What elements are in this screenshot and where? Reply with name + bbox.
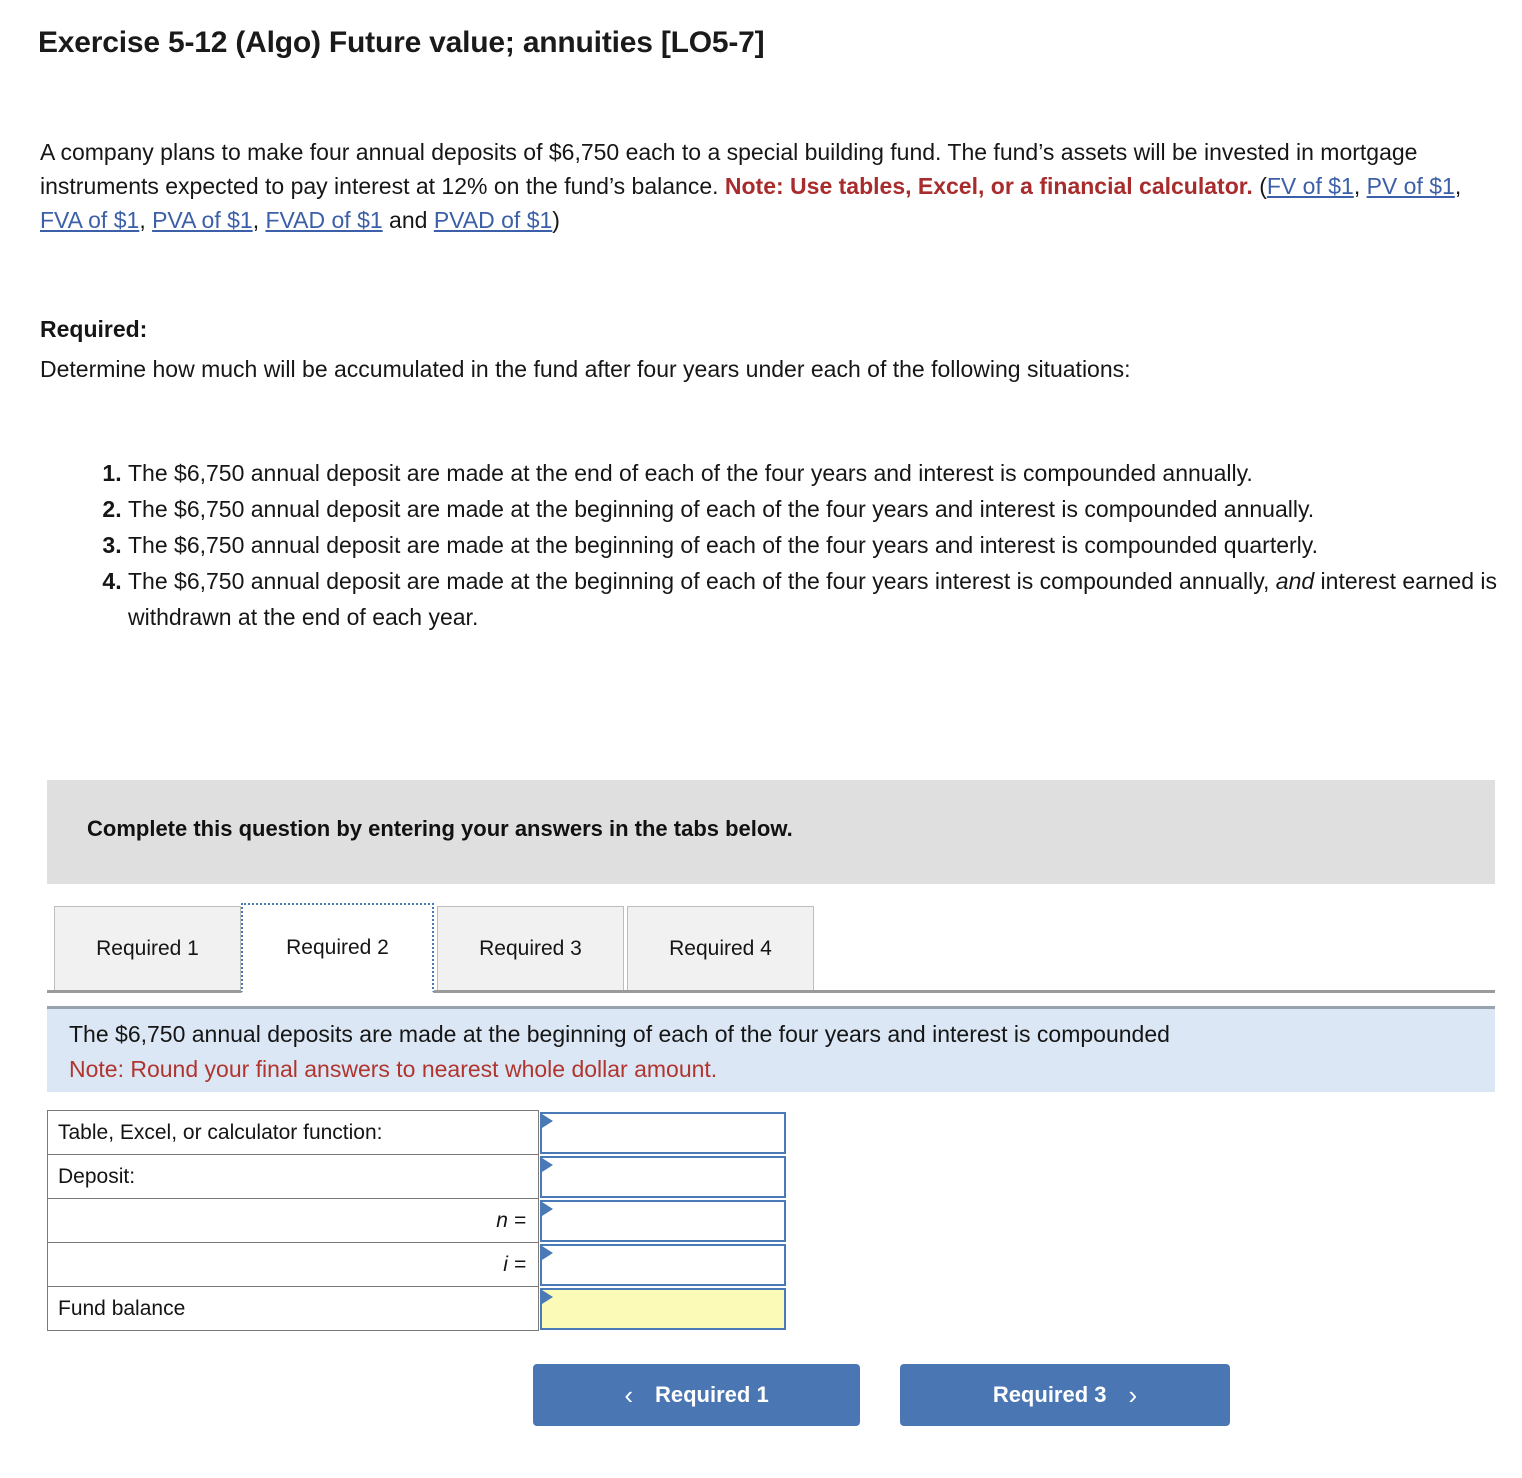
input-function[interactable]	[540, 1111, 786, 1154]
answer-table: Table, Excel, or calculator function: De…	[47, 1110, 789, 1331]
input-fund-balance[interactable]	[540, 1287, 786, 1330]
row-input-cell-n	[539, 1199, 789, 1243]
intro-and: and	[389, 207, 434, 233]
list-item: The $6,750 annual deposit are made at th…	[128, 455, 1508, 491]
page-title: Exercise 5-12 (Algo) Future value; annui…	[38, 26, 765, 59]
list-item: The $6,750 annual deposit are made at th…	[128, 563, 1508, 635]
row-label-i: i =	[47, 1242, 539, 1287]
intro-line-1: A company plans to make four annual depo…	[40, 139, 1055, 165]
tab-bar: Required 1 Required 2 Required 3 Require…	[47, 903, 1495, 993]
link-fvad-of-1[interactable]: FVAD of $1	[265, 207, 382, 233]
row-input-cell-fund-balance	[539, 1287, 789, 1331]
tab-required-2[interactable]: Required 2	[241, 903, 434, 993]
list-item-emphasis: and	[1275, 568, 1315, 594]
prev-required-label: Required 1	[654, 1382, 769, 1407]
prev-required-button[interactable]: ‹ Required 1	[533, 1364, 860, 1426]
cell-marker-icon	[542, 1113, 553, 1128]
sep-4: ,	[252, 207, 266, 233]
table-row: Fund balance	[47, 1286, 789, 1331]
link-pvad-of-1[interactable]: PVAD of $1	[434, 207, 552, 233]
question-info-banner: The $6,750 annual deposits are made at t…	[47, 1006, 1495, 1092]
input-deposit[interactable]	[540, 1155, 786, 1198]
input-n[interactable]	[540, 1199, 786, 1242]
next-required-label: Required 3	[992, 1382, 1107, 1407]
cell-marker-icon	[542, 1245, 553, 1260]
required-heading: Required:	[40, 316, 148, 342]
intro-paren-open: (	[1252, 173, 1267, 199]
tab-required-1[interactable]: Required 1	[54, 906, 241, 990]
next-required-button[interactable]: Required 3 ›	[900, 1364, 1230, 1426]
sep-2: ,	[1454, 173, 1462, 199]
table-row: n =	[47, 1198, 789, 1243]
table-row: Table, Excel, or calculator function:	[47, 1110, 789, 1155]
row-label-function: Table, Excel, or calculator function:	[47, 1110, 539, 1155]
link-fv-of-1[interactable]: FV of $1	[1267, 173, 1354, 199]
cell-marker-icon	[542, 1157, 553, 1172]
intro-paren-close: )	[552, 207, 560, 233]
list-item: The $6,750 annual deposit are made at th…	[128, 491, 1508, 527]
row-input-cell-deposit	[539, 1155, 789, 1199]
row-input-cell-i	[539, 1243, 789, 1287]
question-prompt: The $6,750 annual deposits are made at t…	[69, 1021, 1170, 1047]
table-row: Deposit:	[47, 1154, 789, 1199]
link-pv-of-1[interactable]: PV of $1	[1367, 173, 1455, 199]
row-input-cell-function	[539, 1111, 789, 1155]
list-item: The $6,750 annual deposit are made at th…	[128, 527, 1508, 563]
instruction-banner: Complete this question by entering your …	[47, 780, 1495, 884]
link-fva-of-1[interactable]: FVA of $1	[40, 207, 139, 233]
link-pva-of-1[interactable]: PVA of $1	[152, 207, 253, 233]
sep-3: ,	[139, 207, 153, 233]
row-label-deposit: Deposit:	[47, 1154, 539, 1199]
chevron-left-icon: ‹	[624, 1380, 633, 1410]
table-row: i =	[47, 1242, 789, 1287]
tab-required-3[interactable]: Required 3	[437, 906, 624, 990]
cell-marker-icon	[542, 1289, 553, 1304]
intro-paragraph: A company plans to make four annual depo…	[40, 135, 1492, 237]
intro-note-label: Note: Use tables, Excel, or a financial …	[724, 173, 1253, 199]
tab-required-4[interactable]: Required 4	[627, 906, 814, 990]
chevron-right-icon: ›	[1128, 1380, 1138, 1410]
required-description: Determine how much will be accumulated i…	[40, 356, 1131, 382]
instruction-banner-text: Complete this question by entering your …	[87, 816, 793, 841]
cell-marker-icon	[542, 1201, 553, 1216]
rounding-note: Note: Round your final answers to neares…	[69, 1056, 718, 1082]
exercise-page: Exercise 5-12 (Algo) Future value; annui…	[0, 0, 1522, 1478]
situations-list: The $6,750 annual deposit are made at th…	[84, 455, 1508, 635]
row-label-fund-balance: Fund balance	[47, 1286, 539, 1331]
row-label-n: n =	[47, 1198, 539, 1243]
sep-1: ,	[1353, 173, 1367, 199]
input-i[interactable]	[540, 1243, 786, 1286]
list-item-text-pre: The $6,750 annual deposit are made at th…	[128, 568, 1276, 594]
